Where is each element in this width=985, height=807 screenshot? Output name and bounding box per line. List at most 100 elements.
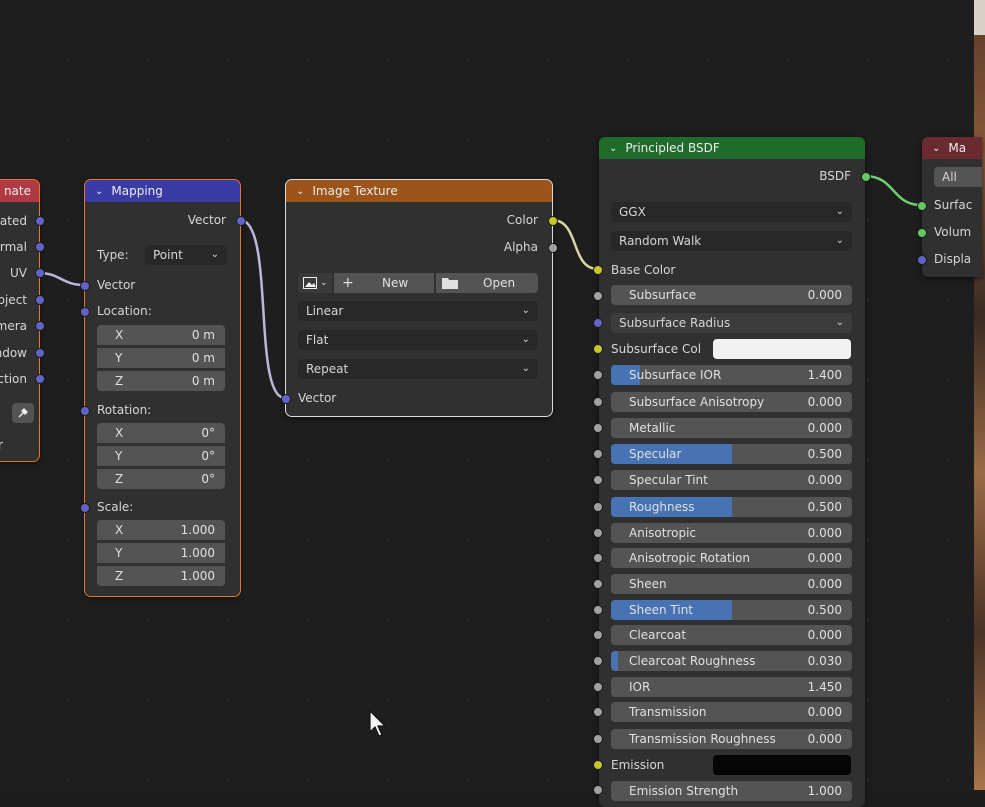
projection-dropdown[interactable]: Flat ⌄ [298, 330, 538, 350]
ior-field[interactable]: IOR 1.450 [611, 677, 852, 697]
texture-vector-socket[interactable] [281, 394, 291, 404]
distribution-dropdown[interactable]: GGX ⌄ [611, 202, 852, 222]
location-z-field[interactable]: Z0 m [97, 371, 225, 391]
roughness-field[interactable]: Roughness 0.500 [611, 497, 852, 517]
texture-alpha-socket[interactable] [548, 243, 558, 253]
socket-subsurface[interactable] [593, 291, 603, 301]
collapse-chevron-icon[interactable]: ⌄ [932, 143, 940, 154]
socket-window[interactable] [35, 348, 45, 358]
material-output-node[interactable]: ⌄ Ma All Surfac Volum Displa [922, 137, 982, 277]
new-image-button[interactable]: + New [334, 273, 434, 293]
mapping-header[interactable]: ⌄ Mapping [85, 180, 240, 202]
texture-coordinate-header[interactable]: nate [0, 180, 39, 202]
socket-reflection[interactable] [35, 374, 45, 384]
output-displacement-socket[interactable] [917, 255, 927, 265]
anisotropic-field[interactable]: Anisotropic 0.000 [611, 523, 852, 543]
output-volume-socket[interactable] [917, 228, 927, 238]
socket-subsurface-radius[interactable] [593, 318, 603, 328]
open-image-button[interactable]: Open [436, 273, 538, 293]
coord-output: ction [0, 372, 27, 386]
sheen-field[interactable]: Sheen 0.000 [611, 574, 852, 594]
mapping-node[interactable]: ⌄ Mapping Vector Type: Point ⌄ Vector Lo… [84, 179, 241, 597]
socket-subsurface-ior[interactable] [593, 370, 603, 380]
socket-ior[interactable] [593, 682, 603, 692]
socket-uv[interactable] [35, 268, 45, 278]
location-socket[interactable] [80, 307, 90, 317]
socket-generated[interactable] [35, 216, 45, 226]
location-y-field[interactable]: Y0 m [97, 348, 225, 368]
socket-clearcoat[interactable] [593, 630, 603, 640]
subsurface-color-swatch[interactable] [713, 339, 851, 359]
scale-socket[interactable] [80, 503, 90, 513]
rotation-z-field[interactable]: Z 0° [97, 469, 225, 489]
sheen-tint-field[interactable]: Sheen Tint 0.500 [611, 600, 852, 620]
mapping-vector-input-socket[interactable] [80, 281, 90, 291]
socket-sheen-tint[interactable] [593, 605, 603, 615]
transmission-field[interactable]: Transmission 0.000 [611, 702, 852, 722]
texture-color-socket[interactable] [548, 216, 558, 226]
socket-anisotropic[interactable] [593, 528, 603, 538]
material-output-header[interactable]: ⌄ Ma [922, 137, 982, 159]
socket-specular-tint[interactable] [593, 475, 603, 485]
clearcoat-roughness-field[interactable]: Clearcoat Roughness 0.030 [611, 651, 852, 671]
socket-sheen[interactable] [593, 579, 603, 589]
location-x-field[interactable]: X0 m [97, 325, 225, 345]
socket-emission-strength[interactable] [593, 785, 603, 795]
collapse-chevron-icon[interactable]: ⌄ [95, 186, 103, 197]
image-texture-node[interactable]: ⌄ Image Texture Color Alpha ⌄ + New Open… [285, 179, 553, 417]
socket-subsurface-color[interactable] [593, 344, 603, 354]
bsdf-output-socket[interactable] [861, 172, 871, 182]
collapse-chevron-icon[interactable]: ⌄ [609, 143, 617, 154]
scale-x-field[interactable]: X 1.000 [97, 520, 225, 540]
texture-output-color: Color [506, 213, 538, 227]
socket-object[interactable] [35, 295, 45, 305]
subsurface-radius-dropdown[interactable]: Subsurface Radius ⌄ [611, 313, 852, 333]
chevron-down-icon: ⌄ [835, 206, 844, 217]
metallic-field[interactable]: Metallic 0.000 [611, 418, 852, 438]
rotation-x-field[interactable]: X 0° [97, 423, 225, 443]
output-surface-socket[interactable] [917, 201, 927, 211]
emission-strength-field[interactable]: Emission Strength 1.000 [611, 781, 852, 801]
scale-y-field[interactable]: Y 1.000 [97, 543, 225, 563]
socket-roughness[interactable] [593, 502, 603, 512]
socket-metallic[interactable] [593, 423, 603, 433]
base-color-socket[interactable] [593, 265, 603, 275]
plus-icon: + [342, 275, 354, 291]
subsurface-field[interactable]: Subsurface 0.000 [611, 285, 852, 305]
mapping-type-dropdown[interactable]: Point ⌄ [145, 245, 227, 265]
subsurface-ior-field[interactable]: Subsurface IOR 1.400 [611, 365, 852, 385]
clearcoat-field[interactable]: Clearcoat 0.000 [611, 625, 852, 645]
socket-transmission-roughness[interactable] [593, 734, 603, 744]
extension-dropdown[interactable]: Repeat ⌄ [298, 359, 538, 379]
image-texture-header[interactable]: ⌄ Image Texture [286, 180, 552, 202]
socket-anisotropic-rotation[interactable] [593, 553, 603, 563]
emission-color-swatch[interactable] [713, 755, 851, 775]
bsdf-header[interactable]: ⌄ Principled BSDF [599, 137, 865, 159]
collapse-chevron-icon[interactable]: ⌄ [296, 186, 304, 197]
image-browse-button[interactable]: ⌄ [298, 273, 332, 293]
texture-coordinate-node[interactable]: nate rated rmal UV bject mera ndow ction… [0, 179, 40, 462]
mapping-output-socket[interactable] [236, 216, 246, 226]
rotation-y-field[interactable]: Y 0° [97, 446, 225, 466]
rotation-socket[interactable] [80, 406, 90, 416]
principled-bsdf-node[interactable]: ⌄ Principled BSDF BSDF GGX ⌄ Random Walk ⌄… [599, 137, 865, 807]
socket-transmission[interactable] [593, 707, 603, 717]
image-texture-title: Image Texture [312, 184, 398, 198]
socket-camera[interactable] [35, 321, 45, 331]
socket-clearcoat-roughness[interactable] [593, 656, 603, 666]
socket-emission[interactable] [593, 760, 603, 770]
anisotropic-rotation-field[interactable]: Anisotropic Rotation 0.000 [611, 548, 852, 568]
scale-z-field[interactable]: Z 1.000 [97, 566, 225, 586]
subsurface-method-dropdown[interactable]: Random Walk ⌄ [611, 231, 852, 251]
socket-subsurface-anisotropy[interactable] [593, 397, 603, 407]
interpolation-dropdown[interactable]: Linear ⌄ [298, 301, 538, 321]
transmission-roughness-field[interactable]: Transmission Roughness 0.000 [611, 729, 852, 749]
eyedropper-button[interactable] [12, 403, 34, 423]
specular-tint-field[interactable]: Specular Tint 0.000 [611, 470, 852, 490]
socket-normal[interactable] [35, 242, 45, 252]
subsurface-anisotropy-field[interactable]: Subsurface Anisotropy 0.000 [611, 392, 852, 412]
texture-output-alpha: Alpha [503, 240, 538, 254]
socket-specular[interactable] [593, 449, 603, 459]
specular-field[interactable]: Specular 0.500 [611, 444, 852, 464]
output-target-dropdown[interactable]: All [934, 167, 982, 187]
